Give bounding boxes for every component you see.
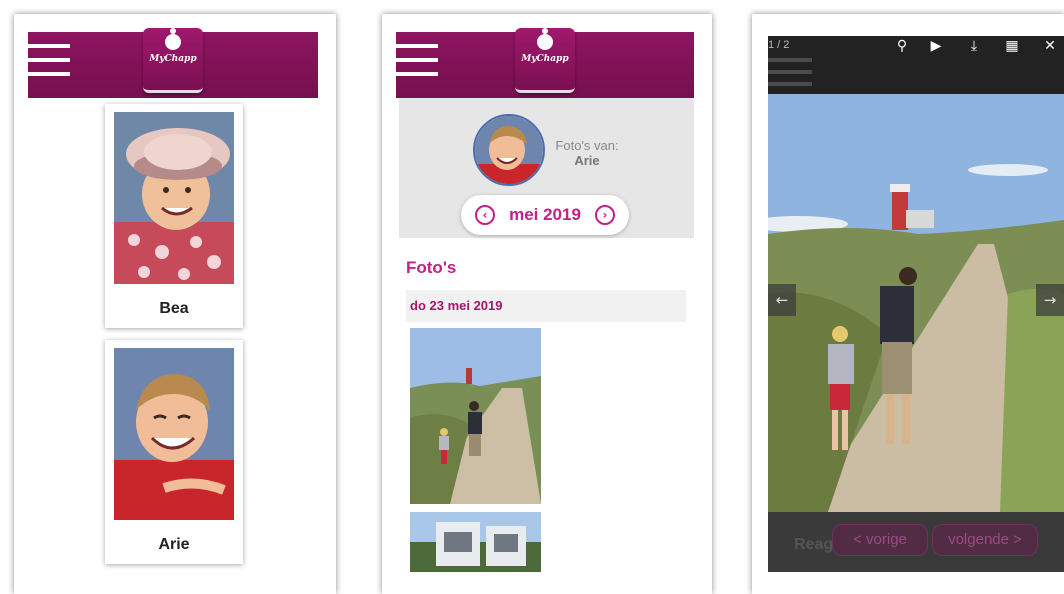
- month-selector: ‹ mei 2019 ›: [461, 195, 629, 235]
- phone-screen-children-list: MyChapp Bea Arie: [14, 14, 336, 594]
- menu-icon[interactable]: [28, 44, 70, 78]
- full-photo: [768, 94, 1064, 512]
- child-photo-arie: [114, 348, 234, 520]
- photo-thumbnail[interactable]: [410, 512, 541, 572]
- section-title: Foto's: [406, 258, 457, 277]
- previous-button[interactable]: < vorige: [832, 524, 928, 556]
- child-card-arie[interactable]: Arie: [105, 340, 243, 564]
- avatar: [473, 114, 545, 186]
- menu-icon[interactable]: [396, 44, 438, 78]
- mychapp-logo[interactable]: MyChapp: [143, 28, 203, 93]
- date-header: do 23 mei 2019: [406, 290, 686, 322]
- logo-baby-icon: [165, 28, 181, 50]
- mychapp-logo[interactable]: MyChapp: [515, 28, 575, 93]
- grid-icon[interactable]: ▦: [1002, 38, 1022, 54]
- play-icon[interactable]: ▶: [926, 38, 946, 54]
- child-profile-header: Foto's van: Arie ‹ mei 2019 ›: [399, 98, 694, 238]
- photos-of-label: Foto's van: Arie: [547, 138, 627, 168]
- phone-screen-photo-overview: MyChapp Foto's van: Arie ‹ mei 2019 › Fo…: [382, 14, 712, 594]
- download-icon[interactable]: ⤓: [964, 38, 984, 54]
- viewer-footer: Reag < vorige volgende >: [768, 512, 1064, 572]
- child-photo-bea: [114, 112, 234, 284]
- chevron-right-circle-icon[interactable]: ›: [595, 205, 615, 225]
- child-name: Arie: [574, 153, 600, 168]
- arrow-left-icon[interactable]: ←: [768, 284, 796, 316]
- logo-baby-icon: [537, 28, 553, 50]
- lightbox: 1 / 2 ⚲ ▶ ⤓ ▦ ✕ ← → Reag < vorige volgen…: [768, 36, 1064, 572]
- close-icon[interactable]: ✕: [1040, 38, 1060, 54]
- search-icon[interactable]: ⚲: [892, 38, 912, 54]
- phone-screen-photo-viewer: 1 / 2 ⚲ ▶ ⤓ ▦ ✕ ← → Reag < vorige volgen…: [752, 14, 1064, 594]
- child-name: Bea: [159, 300, 189, 317]
- comment-label-partial: Reag: [794, 536, 834, 553]
- child-card-bea[interactable]: Bea: [105, 104, 243, 328]
- photo-thumbnail[interactable]: [410, 328, 541, 504]
- arrow-right-icon[interactable]: →: [1036, 284, 1064, 316]
- app-header: MyChapp: [396, 28, 694, 98]
- child-name: Arie: [158, 536, 190, 553]
- app-header: MyChapp: [28, 28, 318, 98]
- photo-counter: 1 / 2: [768, 39, 790, 51]
- next-button[interactable]: volgende >: [932, 524, 1038, 556]
